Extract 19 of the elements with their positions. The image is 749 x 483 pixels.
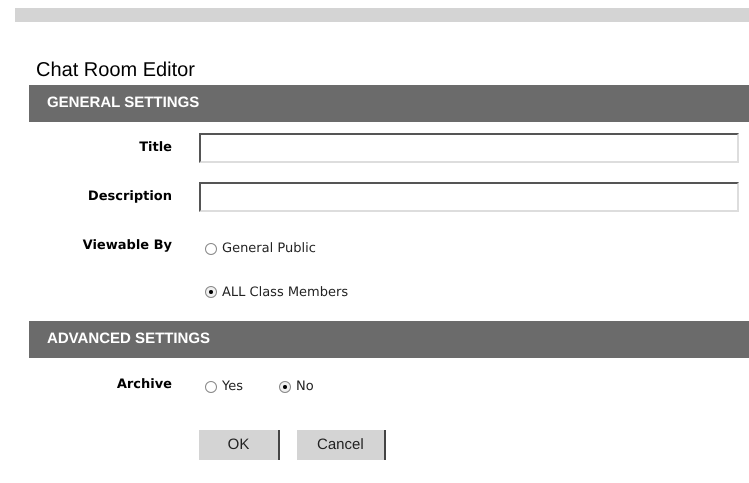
radio-button[interactable] — [205, 380, 217, 393]
radio-button[interactable] — [205, 286, 217, 298]
section-heading: ADVANCED SETTINGS — [47, 329, 210, 350]
dialog-button[interactable]: Cancel — [297, 430, 386, 460]
radio-label: Yes — [222, 378, 243, 396]
dialog-button[interactable]: OK — [199, 430, 280, 460]
text-field[interactable] — [199, 133, 739, 163]
field-label: Title — [139, 139, 172, 157]
field-label: Description — [88, 188, 172, 206]
page-title: Chat Room Editor — [36, 58, 195, 82]
field-label: Viewable By — [82, 237, 172, 255]
section-heading: GENERAL SETTINGS — [47, 93, 200, 114]
radio-label: No — [296, 378, 314, 396]
field-label: Archive — [116, 376, 172, 394]
radio-button[interactable] — [205, 242, 217, 255]
radio-label: ALL Class Members — [222, 284, 348, 302]
text-field[interactable] — [199, 182, 739, 212]
radio-label: General Public — [222, 240, 316, 258]
radio-button[interactable] — [279, 380, 291, 393]
